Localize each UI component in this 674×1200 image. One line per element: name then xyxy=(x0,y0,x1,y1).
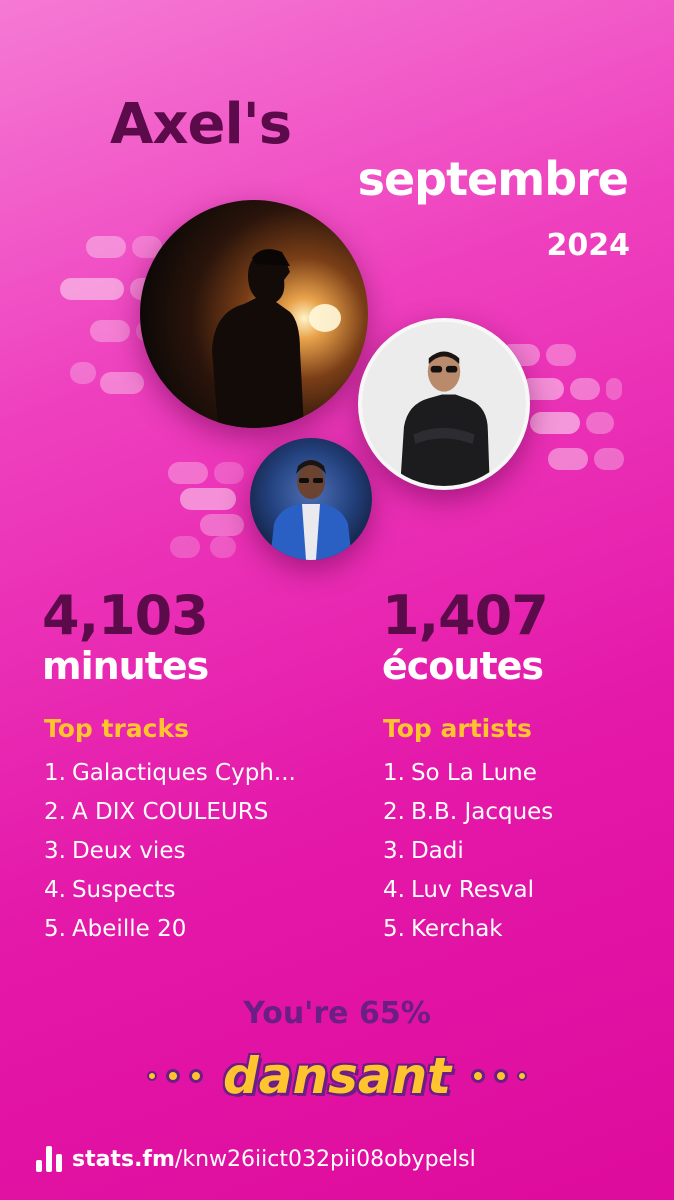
top-artists-list: 1. So La Lune 2. B.B. Jacques 3. Dadi 4. Luv… xyxy=(383,754,553,949)
top-artists-title: Top artists xyxy=(383,714,532,743)
artist-name: Kerchak xyxy=(410,916,503,942)
streams-value: 1,407 xyxy=(382,584,549,647)
dash-shape xyxy=(548,448,588,470)
artist-name: B.B. Jacques xyxy=(410,799,554,825)
artist-name: Luv Resval xyxy=(410,877,535,903)
decorative-dots-left xyxy=(146,1069,203,1083)
streams-label: écoutes xyxy=(382,644,544,688)
profile-owner-name: Axel's xyxy=(110,92,292,157)
list-item[interactable]: 5. Abeille 20 xyxy=(44,910,296,949)
track-rank: 1. xyxy=(44,760,66,786)
dash-shape xyxy=(546,344,576,366)
list-item[interactable]: 3. Dadi xyxy=(383,832,553,871)
dash-shape xyxy=(100,372,144,394)
artist-rank: 1. xyxy=(383,760,405,786)
list-item[interactable]: 4. Suspects xyxy=(44,871,296,910)
track-name: A DIX COULEURS xyxy=(71,799,269,825)
dot-icon xyxy=(165,1069,180,1083)
taste-percentage: You're 65% xyxy=(243,996,431,1031)
profile-link[interactable]: stats.fm/knw26iict032pii08obypelsl xyxy=(36,1146,476,1172)
track-rank: 4. xyxy=(44,877,66,903)
man-jacket-graphic xyxy=(270,460,352,560)
artist-rank: 3. xyxy=(383,838,405,864)
dash-shape xyxy=(570,378,600,400)
dash-shape xyxy=(214,462,244,484)
stats-share-card: Axel's septembre 2024 4,103 minutes 1,40… xyxy=(0,0,674,1200)
profile-path: /knw26iict032pii08obypelsl xyxy=(174,1146,476,1172)
mood-banner: dansant xyxy=(0,1036,674,1116)
artist-rank: 4. xyxy=(383,877,405,903)
top-tracks-title: Top tracks xyxy=(44,714,189,743)
dash-shape xyxy=(90,320,130,342)
list-item[interactable]: 5. Kerchak xyxy=(383,910,553,949)
list-item[interactable]: 3. Deux vies xyxy=(44,832,296,871)
artist-name: Dadi xyxy=(410,838,464,864)
artist-photo-concert-silhouette[interactable] xyxy=(140,200,368,428)
dot-icon xyxy=(188,1069,203,1083)
list-item[interactable]: 4. Luv Resval xyxy=(383,871,553,910)
silhouette-graphic xyxy=(212,249,341,428)
list-item[interactable]: 2. B.B. Jacques xyxy=(383,793,553,832)
dash-shape xyxy=(210,536,236,558)
dash-shape xyxy=(200,514,244,536)
track-name: Abeille 20 xyxy=(71,916,187,942)
dot-icon xyxy=(471,1069,486,1083)
artist-rank: 5. xyxy=(383,916,405,942)
artist-name: So La Lune xyxy=(410,760,537,786)
top-tracks-list: 1. Galactiques Cyph... 2. A DIX COULEURS 3… xyxy=(44,754,296,949)
stats-fm-logo-icon xyxy=(36,1146,62,1172)
brand-name: stats.fm xyxy=(72,1146,175,1172)
dash-shape xyxy=(168,462,208,484)
track-name: Suspects xyxy=(71,877,176,903)
dot-icon xyxy=(146,1071,157,1081)
artist-photo-man-blue-jacket[interactable] xyxy=(250,438,372,560)
minutes-value: 4,103 xyxy=(42,584,209,647)
dash-shape xyxy=(170,536,200,558)
dash-shape xyxy=(530,412,580,434)
track-name: Deux vies xyxy=(71,838,186,864)
dash-shape xyxy=(60,278,124,300)
dash-shape xyxy=(180,488,236,510)
dash-shape xyxy=(70,362,96,384)
minutes-label: minutes xyxy=(42,644,209,688)
period-year: 2024 xyxy=(546,228,631,263)
list-item[interactable]: 1. Galactiques Cyph... xyxy=(44,754,296,793)
list-item[interactable]: 1. So La Lune xyxy=(383,754,553,793)
dash-shape xyxy=(606,378,622,400)
dash-shape xyxy=(86,236,126,258)
dash-shape xyxy=(594,448,624,470)
list-item[interactable]: 2. A DIX COULEURS xyxy=(44,793,296,832)
man-coat-graphic xyxy=(400,351,490,486)
dot-icon xyxy=(517,1071,528,1081)
track-rank: 5. xyxy=(44,916,66,942)
artist-rank: 2. xyxy=(383,799,405,825)
decorative-dots-right xyxy=(471,1069,528,1083)
artist-photo-man-black-coat[interactable] xyxy=(358,318,530,490)
dash-shape xyxy=(586,412,614,434)
mood-word: dansant xyxy=(222,1047,452,1105)
track-rank: 2. xyxy=(44,799,66,825)
track-rank: 3. xyxy=(44,838,66,864)
dot-icon xyxy=(494,1069,509,1083)
period-month: septembre xyxy=(357,152,629,206)
track-name: Galactiques Cyph... xyxy=(71,760,296,786)
